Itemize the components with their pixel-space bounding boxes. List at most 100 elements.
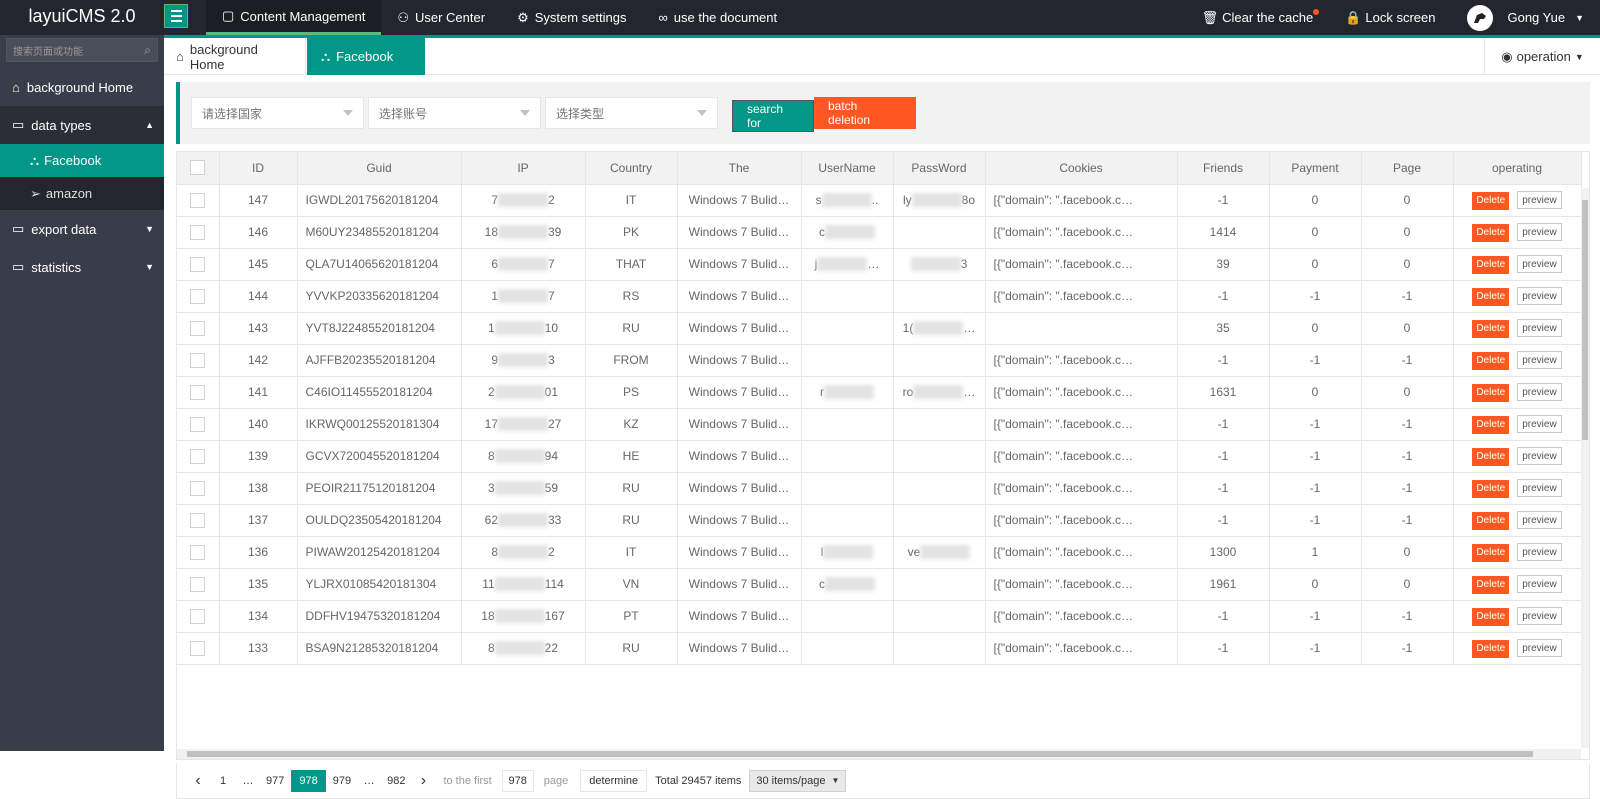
page-last[interactable]: 982 <box>383 770 409 792</box>
col-header-page[interactable]: Page <box>1361 152 1454 185</box>
row-checkbox[interactable] <box>177 216 220 249</box>
table-row: 133 BSA9N21285320181204 8 22 RU Windows 7 Bul… <box>177 632 1582 665</box>
batch-delete-button[interactable]: batch deletion <box>814 97 916 129</box>
delete-button[interactable]: Delete <box>1472 511 1510 530</box>
country-select[interactable]: 请选择国家 <box>191 97 364 129</box>
delete-button[interactable]: Delete <box>1472 351 1510 370</box>
delete-button[interactable]: Delete <box>1472 319 1510 338</box>
page-next-number[interactable]: 979 <box>329 770 355 792</box>
user-menu[interactable]: Gong Yue ▼ <box>1451 0 1600 35</box>
row-checkbox[interactable] <box>177 600 220 633</box>
search-button[interactable]: search for <box>732 100 814 132</box>
col-header-guid[interactable]: Guid <box>297 152 462 185</box>
preview-button[interactable]: preview <box>1517 414 1562 433</box>
col-header-the[interactable]: The <box>677 152 802 185</box>
tab-facebook[interactable]: ⛬ Facebook <box>307 38 425 75</box>
delete-button[interactable]: Delete <box>1472 223 1510 242</box>
topnav-system-settings[interactable]: ⚙ System settings <box>501 0 642 35</box>
clear-cache-button[interactable]: 🗑 Clear the cache <box>1186 0 1330 35</box>
row-checkbox[interactable] <box>177 280 220 313</box>
delete-button[interactable]: Delete <box>1472 287 1510 306</box>
delete-button[interactable]: Delete <box>1472 191 1510 210</box>
type-select[interactable]: 选择类型 <box>545 97 718 129</box>
row-checkbox[interactable] <box>177 568 220 601</box>
col-header-friends[interactable]: Friends <box>1177 152 1270 185</box>
row-checkbox[interactable] <box>177 536 220 569</box>
preview-button[interactable]: preview <box>1517 382 1562 401</box>
cell-page: -1 <box>1361 344 1454 377</box>
delete-button[interactable]: Delete <box>1472 607 1510 626</box>
preview-button[interactable]: preview <box>1517 478 1562 497</box>
page-prev-number[interactable]: 977 <box>262 770 288 792</box>
preview-button[interactable]: preview <box>1517 318 1562 337</box>
preview-button[interactable]: preview <box>1517 606 1562 625</box>
row-checkbox[interactable] <box>177 344 220 377</box>
delete-button[interactable]: Delete <box>1472 415 1510 434</box>
tab-operation-dropdown[interactable]: ◉ operation ▼ <box>1484 38 1600 75</box>
vertical-scrollbar[interactable] <box>1581 188 1589 748</box>
col-header-ip[interactable]: IP <box>461 152 586 185</box>
delete-button[interactable]: Delete <box>1472 447 1510 466</box>
cell-ip: 93 <box>461 344 586 377</box>
cell-username <box>801 344 894 377</box>
cell-os: Windows 7 Bulid… <box>677 312 802 345</box>
row-checkbox[interactable] <box>177 184 220 217</box>
next-page-icon[interactable]: › <box>412 770 434 792</box>
topnav-use-document[interactable]: ∞ use the document <box>642 0 793 35</box>
sidebar-item-export-data[interactable]: ▭ export data ▼ <box>0 210 164 248</box>
delete-button[interactable]: Delete <box>1472 383 1510 402</box>
preview-button[interactable]: preview <box>1517 638 1562 657</box>
account-select[interactable]: 选择账号 <box>368 97 541 129</box>
delete-button[interactable]: Delete <box>1472 575 1510 594</box>
prev-page-icon[interactable]: ‹ <box>187 770 209 792</box>
goto-page-input[interactable]: 978 <box>501 769 534 792</box>
select-all-checkbox[interactable] <box>177 152 220 185</box>
col-header-username[interactable]: UserName <box>801 152 894 185</box>
delete-button[interactable]: Delete <box>1472 479 1510 498</box>
cell-friends: 1414 <box>1177 216 1270 249</box>
sidebar-item-statistics[interactable]: ▭ statistics ▼ <box>0 248 164 286</box>
row-checkbox[interactable] <box>177 504 220 537</box>
per-page-select[interactable]: 30 items/page ▼ <box>749 769 847 792</box>
preview-button[interactable]: preview <box>1517 446 1562 465</box>
cell-username <box>801 472 894 505</box>
row-checkbox[interactable] <box>177 248 220 281</box>
row-checkbox[interactable] <box>177 376 220 409</box>
sidebar-item-facebook[interactable]: ⛬ Facebook <box>0 144 164 177</box>
row-checkbox[interactable] <box>177 440 220 473</box>
preview-button[interactable]: preview <box>1517 222 1562 241</box>
delete-button[interactable]: Delete <box>1472 543 1510 562</box>
sidebar-search-input[interactable]: 搜索页面或功能 ⌕ <box>6 38 158 62</box>
lock-screen-button[interactable]: 🔒 Lock screen <box>1329 0 1451 35</box>
cell-actions: Delete preview <box>1453 536 1582 569</box>
preview-button[interactable]: preview <box>1517 190 1562 209</box>
topnav-content-management[interactable]: ▢ Content Management <box>206 0 382 35</box>
preview-button[interactable]: preview <box>1517 574 1562 593</box>
preview-button[interactable]: preview <box>1517 254 1562 273</box>
row-checkbox[interactable] <box>177 632 220 665</box>
delete-button[interactable]: Delete <box>1472 639 1510 658</box>
tab-background-home[interactable]: ⌂ background Home <box>164 38 306 75</box>
hamburger-menu-icon[interactable] <box>164 4 188 28</box>
cell-country: RU <box>585 504 678 537</box>
row-checkbox[interactable] <box>177 472 220 505</box>
col-header-country[interactable]: Country <box>585 152 678 185</box>
preview-button[interactable]: preview <box>1517 350 1562 369</box>
row-checkbox[interactable] <box>177 312 220 345</box>
delete-button[interactable]: Delete <box>1472 255 1510 274</box>
sidebar-item-background-home[interactable]: ⌂ background Home <box>0 68 164 106</box>
cell-ip: 82 <box>461 536 586 569</box>
col-header-cookies[interactable]: Cookies <box>985 152 1178 185</box>
confirm-page-button[interactable]: determine <box>580 769 648 792</box>
topnav-user-center[interactable]: ⚇ User Center <box>381 0 501 35</box>
preview-button[interactable]: preview <box>1517 542 1562 561</box>
col-header-password[interactable]: PassWord <box>893 152 986 185</box>
sidebar-item-amazon[interactable]: ➢ amazon <box>0 177 164 210</box>
row-checkbox[interactable] <box>177 408 220 441</box>
preview-button[interactable]: preview <box>1517 510 1562 529</box>
page-first[interactable]: 1 <box>212 770 234 792</box>
sidebar-item-data-types[interactable]: ▭ data types ▲ <box>0 106 164 144</box>
preview-button[interactable]: preview <box>1517 286 1562 305</box>
col-header-id[interactable]: ID <box>219 152 298 185</box>
col-header-payment[interactable]: Payment <box>1269 152 1362 185</box>
